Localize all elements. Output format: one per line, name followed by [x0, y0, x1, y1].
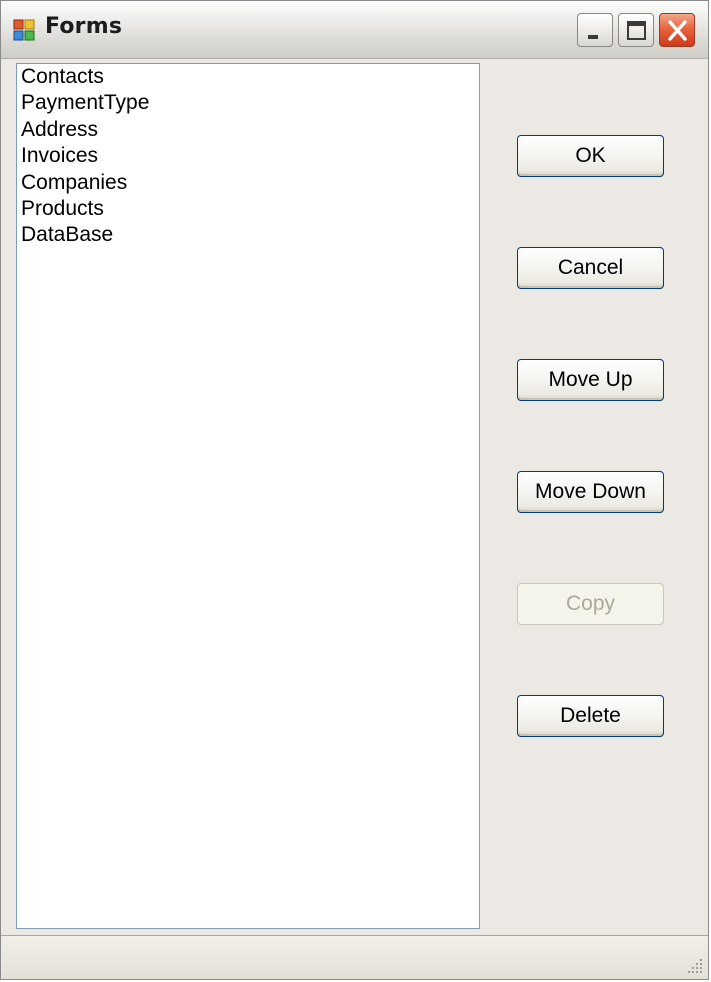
status-bar	[1, 935, 708, 979]
list-item-companies[interactable]: Companies	[17, 170, 479, 196]
window-title: Forms	[45, 14, 123, 39]
title-bar[interactable]: Forms	[1, 1, 708, 59]
list-item-contacts[interactable]: Contacts	[17, 64, 479, 90]
forms-window: Forms Contacts PaymentType Address Invoi…	[0, 0, 709, 980]
minimize-button[interactable]	[577, 13, 613, 47]
list-item-database[interactable]: DataBase	[17, 222, 479, 248]
close-icon	[668, 20, 687, 41]
ok-button[interactable]: OK	[517, 135, 664, 177]
minimize-icon	[588, 35, 598, 39]
copy-button: Copy	[517, 583, 664, 625]
forms-listbox[interactable]: Contacts PaymentType Address Invoices Co…	[16, 63, 480, 929]
list-item-address[interactable]: Address	[17, 117, 479, 143]
cancel-button[interactable]: Cancel	[517, 247, 664, 289]
list-item-paymenttype[interactable]: PaymentType	[17, 90, 479, 116]
close-button[interactable]	[659, 13, 695, 47]
delete-button[interactable]: Delete	[517, 695, 664, 737]
maximize-icon	[627, 21, 646, 40]
form-window-icon	[13, 19, 35, 41]
list-item-invoices[interactable]: Invoices	[17, 143, 479, 169]
move-down-button[interactable]: Move Down	[517, 471, 664, 513]
maximize-button[interactable]	[618, 13, 654, 47]
move-up-button[interactable]: Move Up	[517, 359, 664, 401]
resize-grip-icon[interactable]	[686, 957, 704, 975]
list-item-products[interactable]: Products	[17, 196, 479, 222]
